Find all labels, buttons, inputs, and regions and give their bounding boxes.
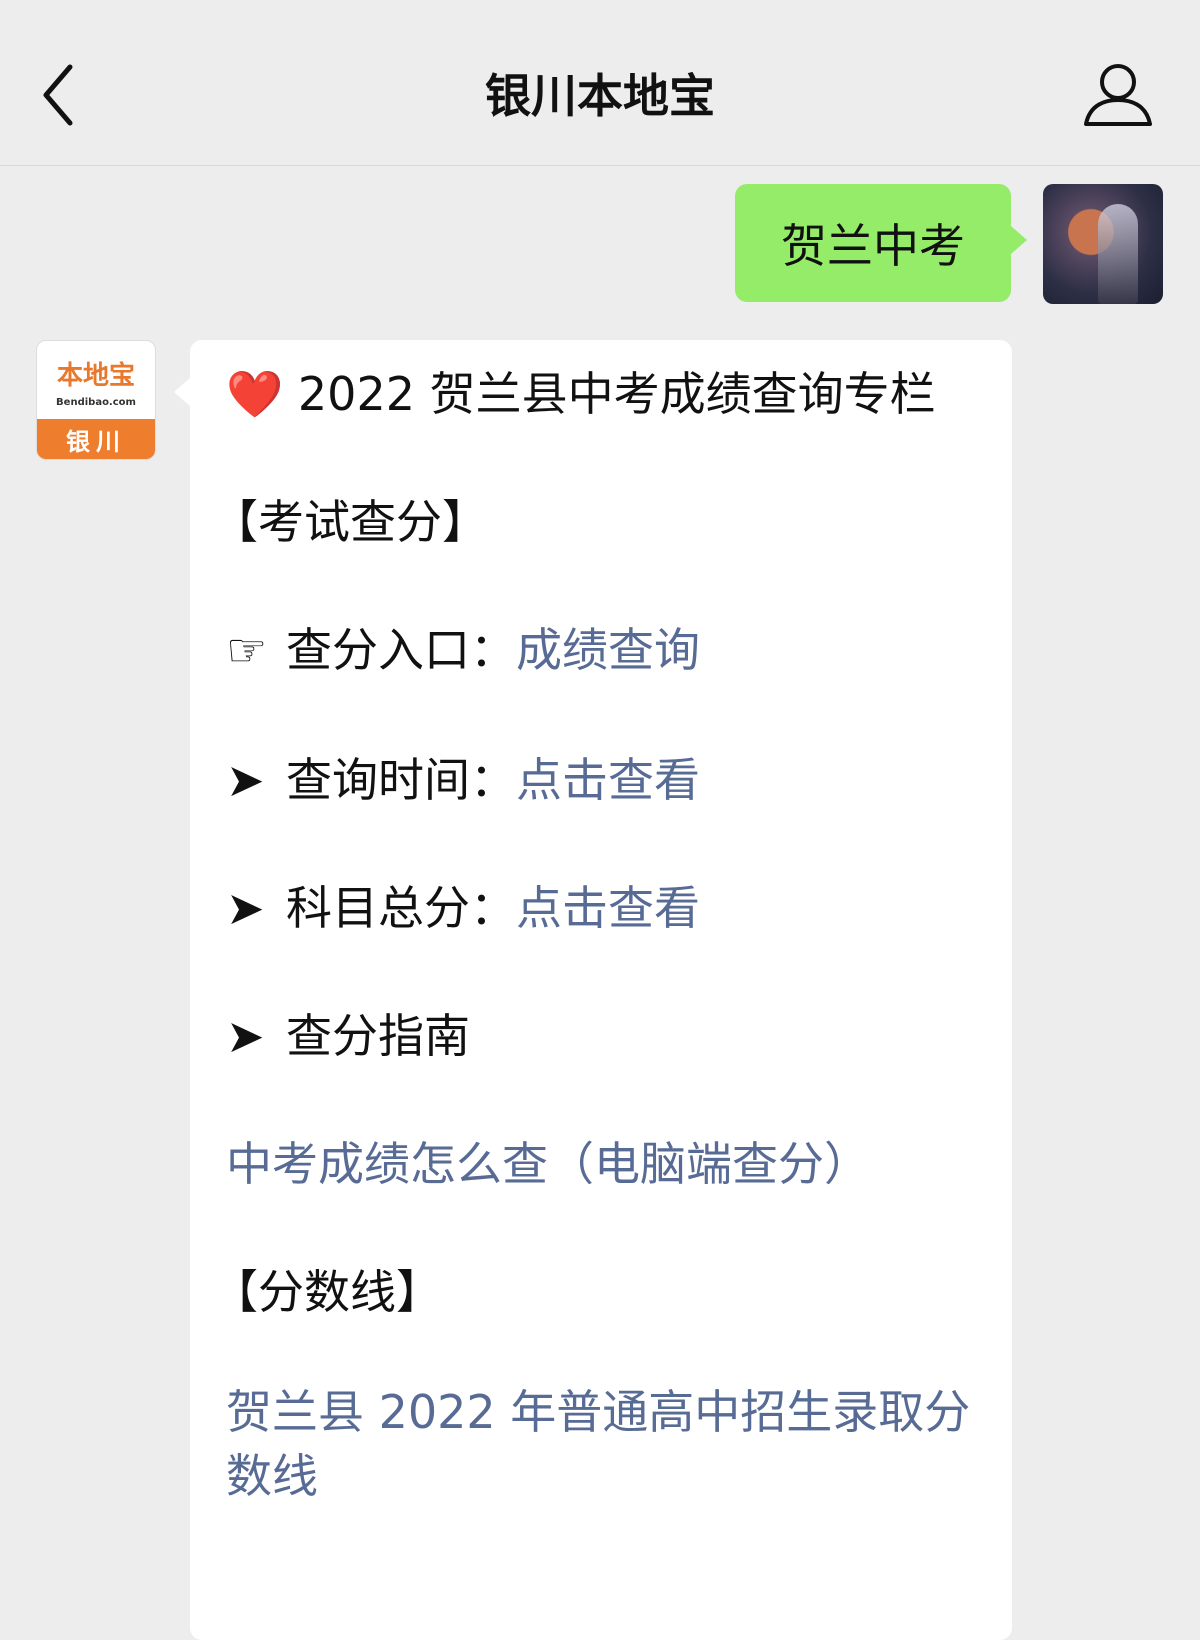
logo-text: 本地宝 bbox=[56, 361, 135, 391]
profile-button[interactable] bbox=[1080, 60, 1156, 130]
bot-title: 2022 贺兰县中考成绩查询专栏 bbox=[297, 367, 936, 421]
arrow-icon: ➤ bbox=[226, 1009, 265, 1063]
top-bar: 银川本地宝 bbox=[0, 0, 1200, 166]
guide-link[interactable]: 中考成绩怎么查（电脑端查分） bbox=[226, 1136, 870, 1192]
score-label: 科目总分： bbox=[286, 881, 516, 935]
user-message-text: 贺兰中考 bbox=[781, 219, 965, 273]
score-view-link[interactable]: 点击查看 bbox=[516, 881, 700, 935]
arrow-icon: ➤ bbox=[226, 753, 265, 807]
user-message-bubble[interactable]: 贺兰中考 bbox=[735, 184, 1027, 302]
pointing-hand-icon: ☞ bbox=[226, 623, 268, 677]
time-view-link[interactable]: 点击查看 bbox=[516, 753, 700, 807]
heart-icon: ❤️ bbox=[226, 367, 284, 421]
section-heading-scores: 【考试查分】 bbox=[212, 495, 488, 549]
time-label: 查询时间： bbox=[286, 753, 516, 807]
logo-city: 银川 bbox=[37, 419, 155, 459]
bot-message-bubble: ❤️ 2022 贺兰县中考成绩查询专栏 【考试查分】 ☞ 查分入口：成绩查询 ➤ 查… bbox=[174, 340, 1012, 1640]
person-icon bbox=[1084, 64, 1152, 126]
entry-label: 查分入口： bbox=[286, 623, 516, 677]
section-heading-cutoff: 【分数线】 bbox=[212, 1265, 442, 1319]
logo-subtext: Bendibao.com bbox=[56, 397, 136, 408]
guide-label: 查分指南 bbox=[286, 1009, 470, 1063]
bot-avatar[interactable]: 本地宝 Bendibao.com 银川 bbox=[36, 340, 156, 460]
score-query-link[interactable]: 成绩查询 bbox=[516, 623, 700, 677]
score-line: ➤ 科目总分：点击查看 bbox=[226, 880, 700, 936]
entry-line: ☞ 查分入口：成绩查询 bbox=[226, 622, 700, 678]
bot-title-line: ❤️ 2022 贺兰县中考成绩查询专栏 bbox=[226, 366, 936, 422]
arrow-icon: ➤ bbox=[226, 881, 265, 935]
guide-line: ➤ 查分指南 bbox=[226, 1008, 470, 1064]
time-line: ➤ 查询时间：点击查看 bbox=[226, 752, 700, 808]
avatar-figure bbox=[1098, 204, 1138, 304]
user-avatar[interactable] bbox=[1043, 184, 1163, 304]
cutoff-link[interactable]: 贺兰县 2022 年普通高中招生录取分数线 bbox=[226, 1380, 986, 1508]
page-title: 银川本地宝 bbox=[485, 69, 715, 123]
